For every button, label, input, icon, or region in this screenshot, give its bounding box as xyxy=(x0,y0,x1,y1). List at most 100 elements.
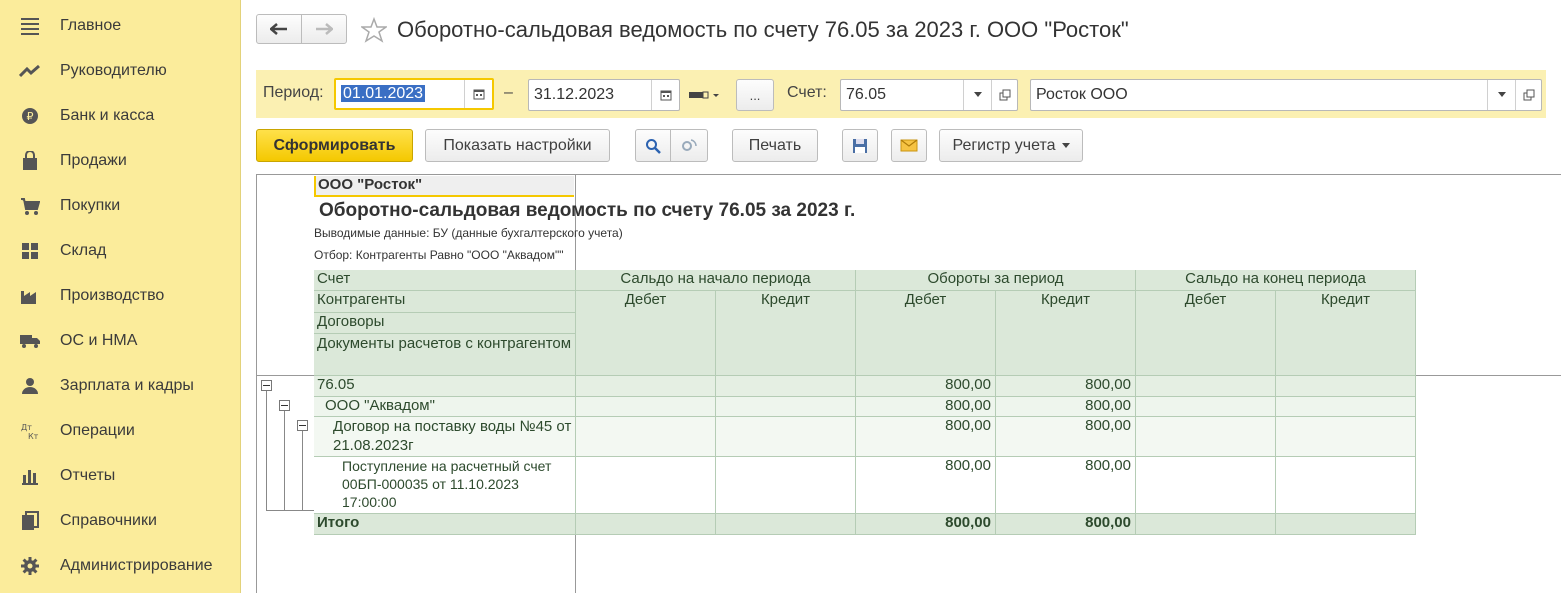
table-cell xyxy=(1276,376,1416,397)
envelope-icon xyxy=(900,139,918,152)
sidebar-item-label: Зарплата и кадры xyxy=(60,376,194,394)
table-cell xyxy=(1276,417,1416,457)
header-turn-debit: Дебет xyxy=(856,291,996,376)
row-contract-turn-credit[interactable]: 800,00 xyxy=(996,417,1136,457)
sidebar-item-main[interactable]: Главное xyxy=(0,3,240,48)
floppy-icon xyxy=(853,138,867,153)
sidebar-item-operations[interactable]: Дт Кт Операции xyxy=(0,408,240,453)
params-panel: Период: 01.01.2023 – 31.12.2023 ... Счет… xyxy=(256,70,1546,118)
sidebar-item-bank[interactable]: ₽ Банк и касса xyxy=(0,93,240,138)
row-account-name[interactable]: 76.05 xyxy=(314,376,576,397)
header-counterparties: Контрагенты xyxy=(314,291,576,313)
header-close-debit: Дебет xyxy=(1136,291,1276,376)
tree-line xyxy=(302,431,303,511)
report-organization[interactable]: ООО "Росток" xyxy=(314,176,574,197)
open-icon[interactable] xyxy=(991,80,1017,110)
search-button[interactable] xyxy=(635,129,671,162)
back-button[interactable] xyxy=(256,14,302,44)
table-cell xyxy=(576,457,716,514)
table-cell xyxy=(716,376,856,397)
date-to-value: 31.12.2023 xyxy=(534,86,615,103)
collapse-toggle[interactable] xyxy=(261,380,272,391)
report-sheet[interactable]: ООО "Росток" Оборотно-сальдовая ведомост… xyxy=(256,174,1561,593)
page-title: Оборотно-сальдовая ведомость по счету 76… xyxy=(397,17,1129,42)
sidebar-item-label: Администрирование xyxy=(60,556,213,574)
sidebar-item-warehouse[interactable]: Склад xyxy=(0,228,240,273)
cart-icon xyxy=(18,194,42,218)
forward-button[interactable] xyxy=(301,14,347,44)
table-cell xyxy=(576,417,716,457)
table-cell xyxy=(1276,514,1416,535)
period-picker-icon xyxy=(689,91,719,99)
table-cell xyxy=(576,376,716,397)
sidebar-item-reports[interactable]: Отчеты xyxy=(0,453,240,498)
row-account-turn-debit[interactable]: 800,00 xyxy=(856,376,996,397)
total-turn-credit[interactable]: 800,00 xyxy=(996,514,1136,535)
sidebar: Главное Руководителю ₽ Банк и касса Прод… xyxy=(0,0,241,593)
send-email-button[interactable] xyxy=(891,129,927,162)
row-contract-name[interactable]: Договор на поставку воды №45 от 21.08.20… xyxy=(314,417,576,457)
date-to-field[interactable]: 31.12.2023 xyxy=(528,79,680,111)
sidebar-item-assets[interactable]: ОС и НМА xyxy=(0,318,240,363)
total-turn-debit[interactable]: 800,00 xyxy=(856,514,996,535)
chevron-down-icon[interactable] xyxy=(1487,80,1515,110)
print-button[interactable]: Печать xyxy=(732,129,818,162)
row-account-turn-credit[interactable]: 800,00 xyxy=(996,376,1136,397)
menu-lines-icon xyxy=(18,14,42,38)
row-counterparty-turn-credit[interactable]: 800,00 xyxy=(996,397,1136,417)
collapse-toggle[interactable] xyxy=(279,400,290,411)
report-output-info: Выводимые данные: БУ (данные бухгалтерск… xyxy=(314,226,623,240)
row-contract-turn-debit[interactable]: 800,00 xyxy=(856,417,996,457)
header-opening-balance: Сальдо на начало периода xyxy=(576,270,856,291)
sidebar-item-label: Главное xyxy=(60,16,122,34)
header-open-credit: Кредит xyxy=(716,291,856,376)
date-from-field[interactable]: 01.01.2023 xyxy=(334,78,494,110)
tree-line xyxy=(266,510,314,511)
save-button[interactable] xyxy=(842,129,878,162)
table-cell xyxy=(716,397,856,417)
account-field[interactable]: 76.05 xyxy=(840,79,1018,111)
row-document-name[interactable]: Поступление на расчетный счет 00БП-00003… xyxy=(314,457,576,514)
date-from-value: 01.01.2023 xyxy=(341,85,426,102)
sidebar-item-label: Покупки xyxy=(60,196,121,214)
organization-value: Росток ООО xyxy=(1036,86,1128,103)
chevron-down-icon xyxy=(1061,142,1070,148)
row-document-turn-credit[interactable]: 800,00 xyxy=(996,457,1136,514)
warehouse-icon xyxy=(18,239,42,263)
open-icon[interactable] xyxy=(1515,80,1541,110)
sidebar-item-salary[interactable]: Зарплата и кадры xyxy=(0,363,240,408)
bar-chart-icon xyxy=(18,464,42,488)
sidebar-item-references[interactable]: Справочники xyxy=(0,498,240,543)
calendar-icon[interactable] xyxy=(651,80,679,110)
table-cell xyxy=(1136,397,1276,417)
sidebar-item-manager[interactable]: Руководителю xyxy=(0,48,240,93)
sidebar-item-admin[interactable]: Администрирование xyxy=(0,543,240,588)
header-turnover: Обороты за период xyxy=(856,270,1136,291)
show-settings-button[interactable]: Показать настройки xyxy=(425,129,610,162)
table-cell xyxy=(716,514,856,535)
generate-button[interactable]: Сформировать xyxy=(256,129,413,162)
search-icon xyxy=(646,138,661,154)
collapse-toggle[interactable] xyxy=(297,420,308,431)
search-cancel-button[interactable] xyxy=(670,129,708,162)
table-cell xyxy=(1136,376,1276,397)
calendar-icon[interactable] xyxy=(464,80,492,108)
row-counterparty-name[interactable]: ООО "Аквадом" xyxy=(314,397,576,417)
sidebar-item-production[interactable]: Производство xyxy=(0,273,240,318)
select-period-button[interactable]: ... xyxy=(736,79,774,111)
chevron-down-icon[interactable] xyxy=(963,80,991,110)
sidebar-item-purchases[interactable]: Покупки xyxy=(0,183,240,228)
row-counterparty-turn-debit[interactable]: 800,00 xyxy=(856,397,996,417)
svg-text:Кт: Кт xyxy=(28,432,39,440)
sidebar-item-label: Руководителю xyxy=(60,61,167,79)
sidebar-item-sales[interactable]: Продажи xyxy=(0,138,240,183)
row-document-turn-debit[interactable]: 800,00 xyxy=(856,457,996,514)
period-type-dropdown[interactable] xyxy=(688,88,724,106)
organization-field[interactable]: Росток ООО xyxy=(1030,79,1542,111)
sidebar-item-label: Производство xyxy=(60,286,165,304)
dt-kt-icon: Дт Кт xyxy=(18,419,42,443)
table-cell xyxy=(716,457,856,514)
star-icon[interactable] xyxy=(359,16,389,48)
register-dropdown-button[interactable]: Регистр учета xyxy=(939,129,1083,162)
header-account: Счет xyxy=(314,270,576,291)
